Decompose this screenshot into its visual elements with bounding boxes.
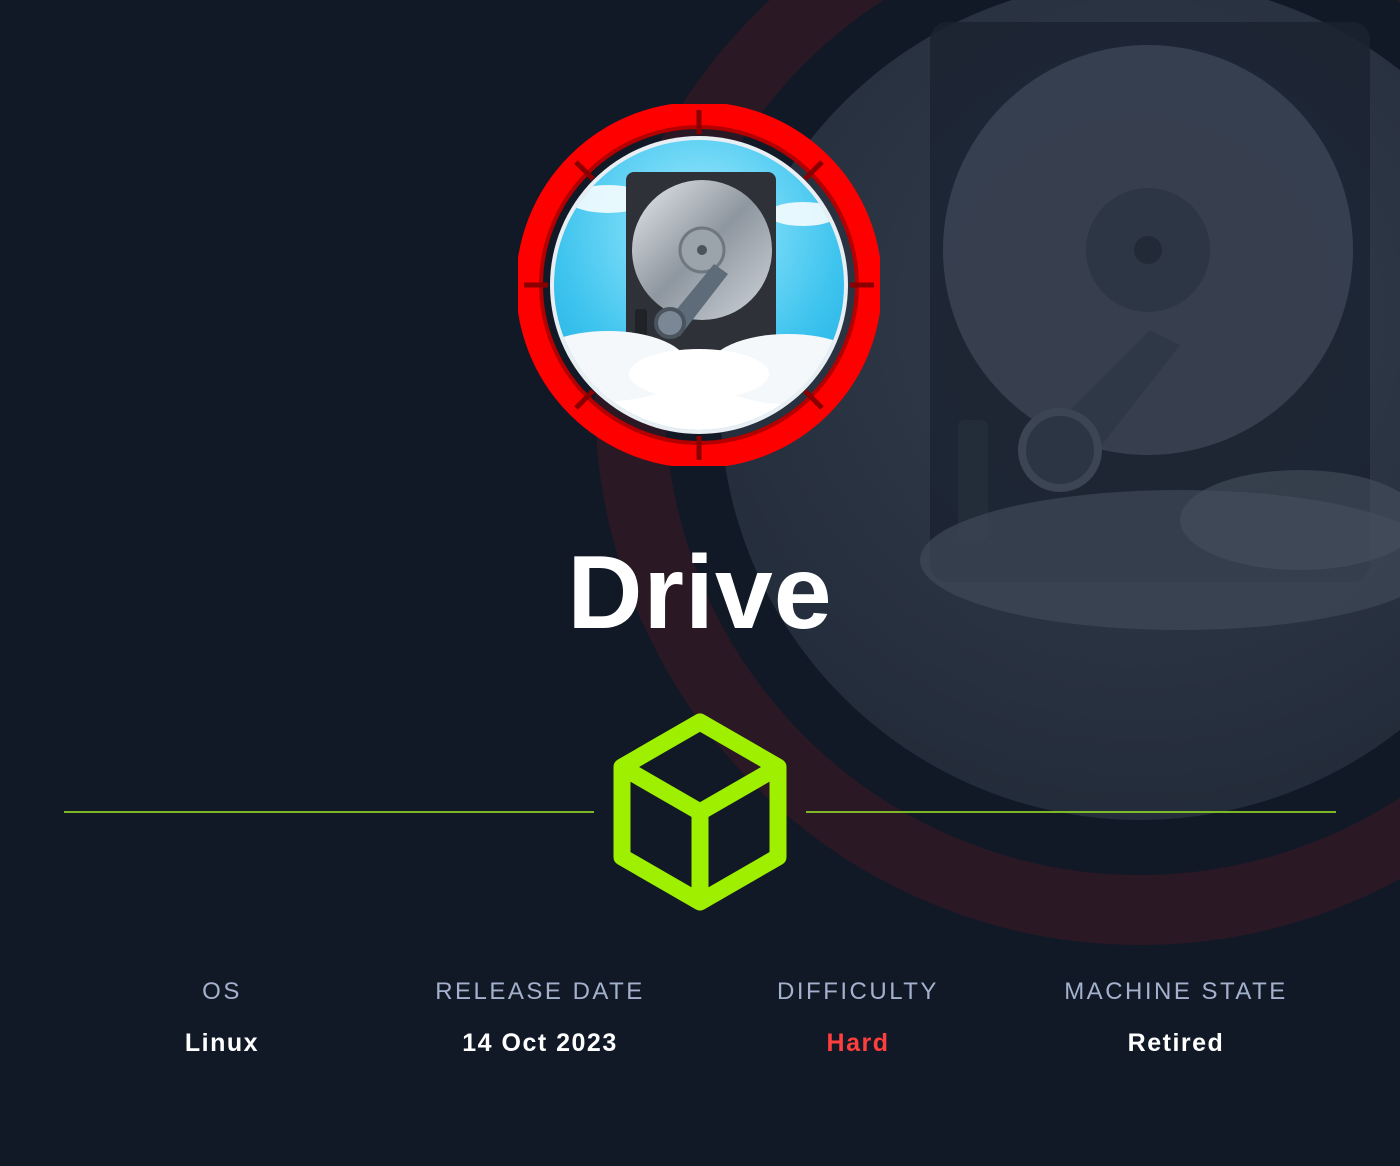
- info-difficulty: DIFFICULTY Hard: [698, 976, 1018, 1059]
- release-date-value: 14 Oct 2023: [462, 1029, 618, 1057]
- info-machine-state: MACHINE STATE Retired: [1016, 976, 1336, 1059]
- os-value: Linux: [184, 1029, 260, 1057]
- info-release-date: RELEASE DATE 14 Oct 2023: [380, 976, 700, 1059]
- cube-icon: [613, 713, 787, 911]
- divider-left: [64, 811, 594, 813]
- machine-name: Drive: [567, 535, 833, 651]
- machine-info: OS Linux RELEASE DATE 14 Oct 2023 DIFFIC…: [0, 976, 1400, 1076]
- os-label: OS: [202, 978, 242, 1005]
- difficulty-label: DIFFICULTY: [777, 978, 939, 1005]
- machine-state-label: MACHINE STATE: [1064, 978, 1288, 1005]
- machine-avatar: [518, 104, 880, 466]
- release-date-label: RELEASE DATE: [435, 978, 645, 1005]
- machine-state-value: Retired: [1127, 1029, 1225, 1057]
- info-os: OS Linux: [62, 976, 382, 1059]
- difficulty-value: Hard: [826, 1029, 890, 1057]
- divider-right: [806, 811, 1336, 813]
